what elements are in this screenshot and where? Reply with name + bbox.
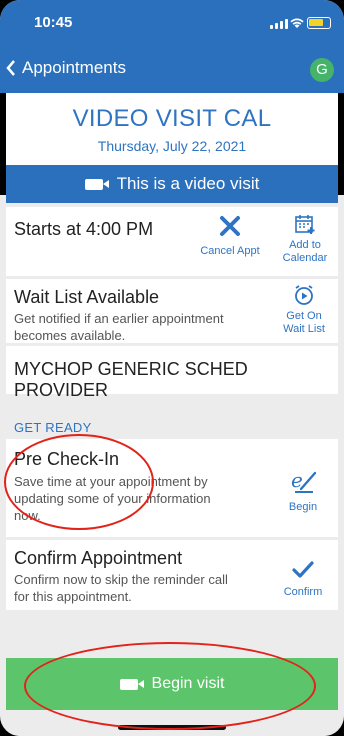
calendar-label-2: Calendar bbox=[282, 252, 328, 264]
precheckin-desc-2: updating some of your information bbox=[14, 491, 211, 506]
back-button[interactable]: Appointments bbox=[6, 58, 126, 78]
chevron-left-icon bbox=[6, 60, 15, 76]
precheckin-desc-1: Save time at your appointment by bbox=[14, 474, 208, 489]
signal-icon bbox=[270, 19, 288, 29]
cancel-appt-button[interactable]: Cancel Appt bbox=[194, 215, 266, 258]
confirm-desc-1: Confirm now to skip the reminder call bbox=[14, 572, 228, 587]
back-label: Appointments bbox=[22, 58, 126, 77]
get-ready-section-label: GET READY bbox=[14, 420, 92, 435]
checkmark-icon bbox=[292, 561, 314, 578]
precheckin-begin-button[interactable]: e Begin bbox=[278, 468, 328, 514]
content-area: Starts at 4:00 PM Cancel Appt Add to Cal… bbox=[6, 203, 338, 736]
battery-icon bbox=[307, 17, 331, 29]
waitlist-action-2: Wait List bbox=[283, 323, 325, 335]
avatar[interactable]: G bbox=[310, 58, 334, 82]
wifi-icon bbox=[290, 18, 304, 28]
checkin-pen-icon: e bbox=[291, 468, 317, 493]
precheckin-title: Pre Check-In bbox=[14, 449, 120, 469]
appointment-time-card: Starts at 4:00 PM Cancel Appt Add to Cal… bbox=[6, 207, 338, 276]
provider-name: MYCHOP GENERIC SCHED PROVIDER bbox=[14, 359, 248, 400]
video-camera-icon bbox=[84, 178, 109, 190]
home-indicator bbox=[118, 725, 226, 730]
begin-visit-label: Begin visit bbox=[151, 675, 225, 692]
waitlist-icon bbox=[295, 285, 313, 305]
provider-card: MYCHOP GENERIC SCHED PROVIDER bbox=[6, 346, 338, 400]
confirm-desc-2: for this appointment. bbox=[14, 589, 132, 604]
begin-visit-button[interactable]: Begin visit bbox=[6, 658, 338, 710]
precheckin-action-label: Begin bbox=[288, 501, 318, 513]
calendar-label-1: Add to bbox=[289, 239, 321, 251]
status-time: 10:45 bbox=[34, 14, 73, 31]
confirm-button[interactable]: Confirm bbox=[276, 560, 330, 599]
video-camera-icon bbox=[119, 678, 144, 690]
confirm-card[interactable]: Confirm Appointment Confirm now to skip … bbox=[6, 540, 338, 610]
precheckin-card[interactable]: Pre Check-In Save time at your appointme… bbox=[6, 439, 338, 537]
waitlist-desc-2: becomes available. bbox=[14, 328, 126, 343]
waitlist-card: Wait List Available Get notified if an e… bbox=[6, 279, 338, 343]
calendar-add-icon bbox=[295, 215, 315, 234]
close-icon bbox=[220, 216, 240, 236]
cancel-appt-label: Cancel Appt bbox=[200, 245, 260, 257]
video-visit-banner: This is a video visit bbox=[6, 165, 338, 203]
appointment-date: Thursday, July 22, 2021 bbox=[97, 138, 247, 154]
status-bar: 10:45 bbox=[0, 0, 344, 46]
confirm-action-label: Confirm bbox=[283, 586, 323, 598]
video-banner-label: This is a video visit bbox=[116, 174, 260, 193]
precheckin-desc-3: now. bbox=[14, 508, 41, 523]
waitlist-action-1: Get On bbox=[286, 310, 322, 322]
waitlist-desc-1: Get notified if an earlier appointment bbox=[14, 311, 224, 326]
waitlist-title: Wait List Available bbox=[14, 287, 160, 307]
add-to-calendar-button[interactable]: Add to Calendar bbox=[276, 213, 334, 265]
page-title: VIDEO VISIT CAL bbox=[72, 105, 272, 132]
start-time: Starts at 4:00 PM bbox=[14, 219, 154, 239]
top-bar: 10:45 Appointments G bbox=[0, 0, 344, 93]
phone-screen: 10:45 Appointments G VIDEO VISIT CAL Thu… bbox=[0, 0, 344, 736]
confirm-title: Confirm Appointment bbox=[14, 548, 183, 568]
get-on-waitlist-button[interactable]: Get On Wait List bbox=[274, 284, 334, 336]
